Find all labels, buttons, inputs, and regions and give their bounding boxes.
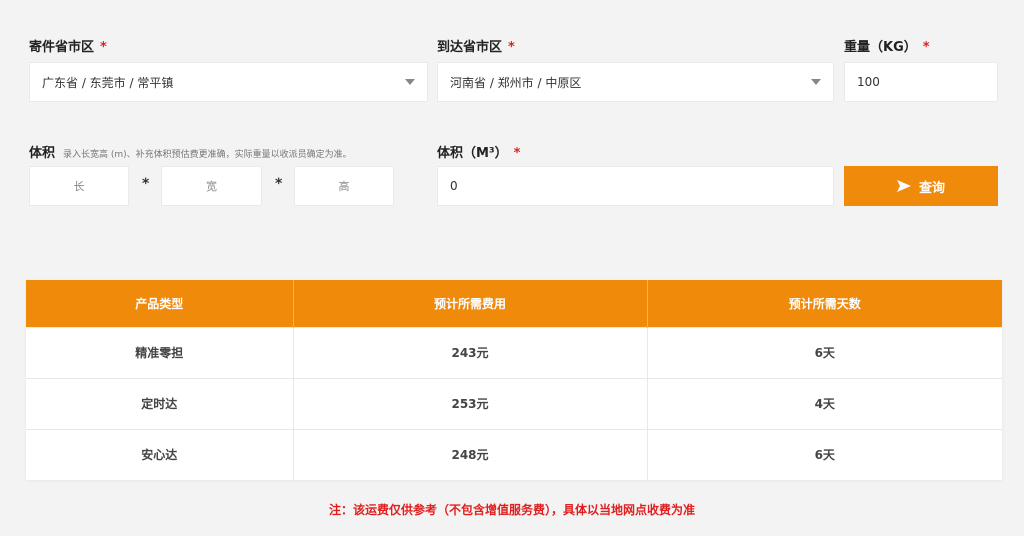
multiply-sign: *: [275, 176, 283, 192]
send-icon: [896, 180, 911, 192]
cell-product: 安心达: [26, 428, 294, 480]
width-placeholder: 宽: [206, 180, 217, 193]
query-button[interactable]: 查询: [844, 166, 998, 206]
results-table: 产品类型 预计所需费用 预计所需天数 精准零担 243元 6天 定时达 253元…: [26, 280, 1002, 480]
table-header-row: 产品类型 预计所需费用 预计所需天数: [26, 280, 1002, 327]
dimensions-label: 体积 录入长宽高 (m)、补充体积预估费更准确，实际重量以收派员确定为准。: [29, 146, 352, 161]
header-product-type: 产品类型: [26, 280, 294, 327]
volume-value: 0: [450, 179, 458, 193]
height-input[interactable]: 高: [294, 166, 394, 206]
cell-cost: 248元: [293, 428, 648, 480]
header-estimated-cost: 预计所需费用: [293, 280, 648, 327]
weight-label: 重量（KG） *: [844, 40, 930, 55]
length-input[interactable]: 长: [29, 166, 129, 206]
required-mark: *: [513, 146, 521, 161]
cell-cost: 253元: [293, 377, 648, 429]
table-row: 安心达 248元 6天: [26, 428, 1002, 480]
dimensions-hint: 录入长宽高 (m)、补充体积预估费更准确，实际重量以收派员确定为准。: [63, 150, 352, 160]
weight-input[interactable]: 100: [844, 62, 998, 102]
cell-days: 6天: [647, 428, 1002, 480]
query-button-label: 查询: [918, 180, 945, 196]
disclaimer-note: 注：该运费仅供参考（不包含增值服务费），具体以当地网点收费为准: [328, 503, 695, 517]
cell-product: 定时达: [26, 377, 294, 429]
required-mark: *: [508, 40, 515, 55]
table-row: 精准零担 243元 6天: [26, 326, 1002, 378]
required-mark: *: [100, 40, 107, 55]
destination-select[interactable]: 河南省 / 郑州市 / 中原区: [437, 62, 834, 102]
length-placeholder: 长: [73, 180, 85, 193]
cell-days: 6天: [647, 326, 1002, 378]
width-input[interactable]: 宽: [161, 166, 262, 206]
chevron-down-icon: [811, 79, 821, 85]
cell-product: 精准零担: [26, 326, 294, 378]
origin-select[interactable]: 广东省 / 东莞市 / 常平镇: [29, 62, 428, 102]
chevron-down-icon: [405, 79, 415, 85]
destination-label: 到达省市区 *: [437, 40, 515, 55]
header-estimated-days: 预计所需天数: [647, 280, 1002, 327]
required-mark: *: [922, 40, 930, 55]
volume-label: 体积（M³） *: [437, 146, 521, 161]
origin-value: 广东省 / 东莞市 / 常平镇: [42, 75, 174, 90]
origin-label: 寄件省市区 *: [29, 40, 107, 55]
cell-days: 4天: [647, 377, 1002, 429]
cell-cost: 243元: [293, 326, 648, 378]
height-placeholder: 高: [338, 180, 350, 193]
volume-input[interactable]: 0: [437, 166, 834, 206]
multiply-sign: *: [142, 176, 150, 192]
table-row: 定时达 253元 4天: [26, 377, 1002, 429]
weight-value: 100: [857, 75, 880, 89]
destination-value: 河南省 / 郑州市 / 中原区: [450, 75, 582, 90]
